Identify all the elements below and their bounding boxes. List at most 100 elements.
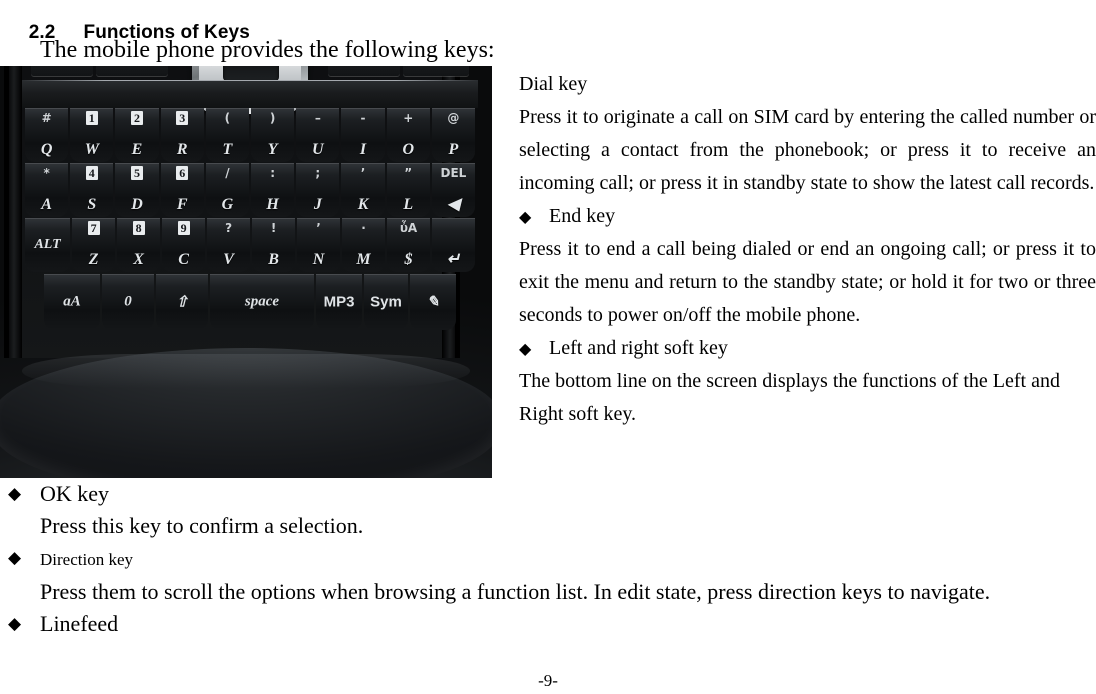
pencil-edit-key[interactable]: ✎ <box>410 274 456 330</box>
keyboard-key[interactable]: 5D <box>115 163 159 217</box>
keyboard-key-primary-label: I <box>359 141 367 158</box>
keyboard-key-primary-label: X <box>133 251 144 268</box>
keyboard-key[interactable]: ) Y <box>251 108 295 162</box>
keyboard-key-secondary-label: + <box>403 111 414 125</box>
bottom-item-body-0: Press this key to confirm a selection. <box>40 513 364 538</box>
keyboard-key[interactable]: · M <box>342 218 386 272</box>
keyboard-key[interactable]: :H <box>251 163 295 217</box>
keyboard-key-secondary-label: - <box>360 111 366 125</box>
keyboard-key-primary-label: O <box>402 141 414 158</box>
keyboard-key[interactable]: ’ N <box>297 218 341 272</box>
keyboard-key[interactable]: 8X <box>117 218 161 272</box>
bottom-item-heading-0: ◆ OK key <box>0 478 1096 510</box>
left-soft-key[interactable] <box>96 66 168 76</box>
keyboard-key-label: ✎ <box>426 294 440 311</box>
right-text-column: Dial key Press it to originate a call on… <box>519 68 1096 431</box>
bottom-text-section: ◆ OK key Press this key to confirm a sele… <box>0 478 1096 640</box>
keyboard-key-primary-label: ◀ <box>447 196 460 213</box>
keyboard-key[interactable]: ALT <box>25 218 71 272</box>
keyboard-key[interactable]: * A <box>25 163 69 217</box>
keyboard-key[interactable]: ? V <box>207 218 251 272</box>
keyboard-key-primary-label: A <box>41 196 52 213</box>
keyboard-key-primary-label: L <box>403 196 414 213</box>
keyboard-key[interactable]: + O <box>386 108 430 162</box>
keyboard-key-secondary-label: 3 <box>161 111 204 125</box>
keyboard-key-primary-label: ↵ <box>446 251 461 268</box>
keyboard-key-secondary-label: @ <box>447 111 460 125</box>
keyboard-key[interactable]: -I <box>341 108 385 162</box>
keyboard-row-1: # Q 1 W 2 E 3 R(T) Y – U - I + O @ P <box>24 108 476 162</box>
mp3-key[interactable]: MP3 <box>316 274 362 330</box>
keyboard-key-primary-label: D <box>131 196 143 213</box>
keyboard-key-secondary-label: · <box>361 221 366 235</box>
right-item-heading-label-0: Dial key <box>519 73 588 95</box>
keyboard-key-primary-label: G <box>221 196 234 213</box>
keyboard-key[interactable]: ὖA $ <box>387 218 431 272</box>
keyboard-key[interactable]: / G <box>205 163 250 217</box>
keyboard-key[interactable]: ” L <box>386 163 430 217</box>
right-item-body-1: Press it to end a call being dialed or e… <box>519 238 1096 326</box>
bottom-item-heading-1: ◆ Direction key <box>0 542 1096 576</box>
keyboard-key-primary-label: P <box>448 141 459 158</box>
keyboard-key[interactable]: 2E <box>115 108 159 162</box>
keyboard-key[interactable]: ’ K <box>341 163 385 217</box>
keyboard-key[interactable]: ↵ <box>432 218 475 272</box>
zero-key[interactable]: 0 <box>102 274 154 330</box>
keyboard-key[interactable]: 9C <box>162 218 206 272</box>
keyboard-key[interactable]: @ P <box>431 108 476 162</box>
keyboard-key-secondary-label: DEL <box>440 166 467 180</box>
keyboard-key-primary-label: W <box>84 141 99 158</box>
keyboard-key-secondary-label: 2 <box>115 111 158 125</box>
keyboard-key-label: aA <box>63 293 81 310</box>
end-key[interactable] <box>403 66 469 76</box>
keyboard-key[interactable]: 4S <box>70 163 114 217</box>
keyboard-key-label: Sym <box>370 293 402 311</box>
phone-qwerty-keyboard: # Q 1 W 2 E 3 R(T) Y – U - I + O @ P * A 4 S 5 D 6 F / G: H; J’ K” L D… <box>24 108 476 350</box>
keyboard-key-primary-label: S <box>87 196 97 213</box>
right-item-heading-0: Dial key <box>519 68 1096 101</box>
bullet-diamond-icon-2: ◆ <box>519 339 532 358</box>
keyboard-key[interactable]: DEL ◀ <box>431 163 476 217</box>
phone-trim-strip <box>22 80 478 108</box>
keyboard-key[interactable]: 1W <box>70 108 114 162</box>
keyboard-key[interactable]: – U <box>296 108 340 162</box>
keyboard-key[interactable]: 7Z <box>72 218 116 272</box>
right-item-body-0: Press it to originate a call on SIM card… <box>519 106 1096 194</box>
keyboard-key-secondary-label: 5 <box>115 166 158 180</box>
right-soft-key[interactable] <box>328 66 400 76</box>
keyboard-key[interactable]: 3R <box>160 108 204 162</box>
dpad-right-icon[interactable]: › <box>287 66 292 70</box>
keyboard-key-label: space <box>244 293 280 310</box>
bullet-diamond-icon-1: ◆ <box>519 207 532 226</box>
keyboard-key-secondary-label: * <box>43 166 50 180</box>
keyboard-key[interactable]: ! B <box>252 218 296 272</box>
shift-key[interactable]: ⇧ <box>156 274 208 330</box>
keyboard-key-label: ⇧ <box>175 294 189 311</box>
dpad-left-icon[interactable]: ‹ <box>207 66 212 70</box>
keyboard-key-secondary-label: / <box>225 166 230 180</box>
keyboard-key-primary-label: H <box>266 196 279 213</box>
keyboard-key[interactable]: ; J <box>296 163 340 217</box>
keyboard-key-secondary-label: 7 <box>72 221 115 235</box>
dial-key[interactable] <box>31 66 93 76</box>
symbol-key[interactable]: Sym <box>364 274 408 330</box>
keyboard-key-primary-label: M <box>356 251 371 268</box>
right-item-heading-label-1: End key <box>549 205 616 227</box>
keyboard-key-secondary-label: ’ <box>316 221 321 235</box>
keyboard-row-2: * A 4 S 5 D 6 F / G: H; J’ K” L DEL ◀ <box>24 163 476 217</box>
keyboard-key-secondary-label: ’ <box>360 166 366 180</box>
keyboard-key-secondary-label: ; <box>315 166 321 180</box>
bullet-diamond-icon-b1: ◆ <box>8 548 22 568</box>
bullet-diamond-icon-b0: ◆ <box>8 484 22 504</box>
space-key[interactable]: space <box>210 274 314 330</box>
keyboard-key-primary-label: K <box>357 196 369 213</box>
keyboard-key[interactable]: (T <box>205 108 250 162</box>
keyboard-key-primary-label: T <box>222 141 233 158</box>
phone-front-face: ˄ ˅ ‹ › #Q1W2E3R(T)Y–U-I+O@P *A4S5D6F/G:… <box>4 66 478 358</box>
keyboard-key-secondary-label: ) <box>269 111 276 125</box>
keyboard-key-primary-label: J <box>313 196 322 213</box>
keyboard-key[interactable]: 6F <box>160 163 204 217</box>
phone-body: ˄ ˅ ‹ › #Q1W2E3R(T)Y–U-I+O@P *A4S5D6F/G:… <box>0 66 492 478</box>
keyboard-key[interactable]: # Q <box>25 108 69 162</box>
case-shift-key[interactable]: aA <box>44 274 100 330</box>
